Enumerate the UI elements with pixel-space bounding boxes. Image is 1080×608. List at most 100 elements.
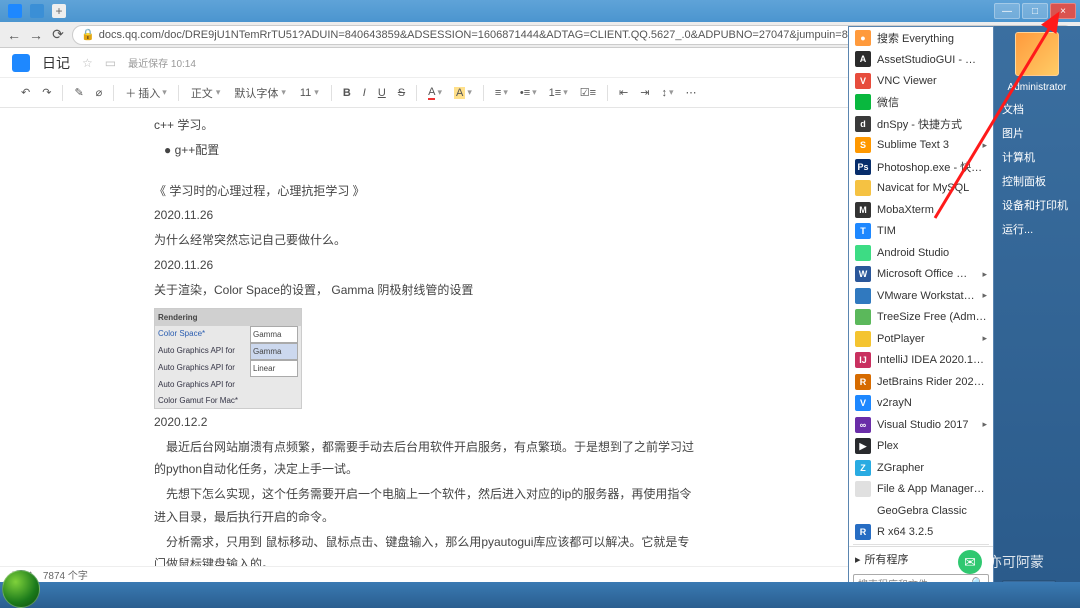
app-icon	[855, 245, 871, 261]
start-app-item[interactable]: IJIntelliJ IDEA 2020.1.4 x64	[849, 350, 993, 372]
italic-button[interactable]: I	[358, 84, 371, 102]
app-icon	[855, 288, 871, 304]
doc-text[interactable]: 关于渲染，Color Space的设置， Gamma 阴极射线管的设置	[154, 279, 694, 302]
doc-text[interactable]: 分析需求，只用到 鼠标移动、鼠标点击、键盘输入，那么用pyautogui库应该都…	[154, 531, 694, 568]
start-app-item[interactable]: ZZGrapher	[849, 457, 993, 479]
number-list-button[interactable]: 1≡▾	[544, 84, 573, 102]
start-app-item[interactable]: PsPhotoshop.exe - 快捷方式	[849, 156, 993, 178]
start-app-item[interactable]: RJetBrains Rider 2020.1.4	[849, 371, 993, 393]
app-label: VNC Viewer	[877, 75, 937, 87]
app-icon	[855, 331, 871, 347]
taskbar[interactable]	[0, 582, 1080, 608]
app-label: TreeSize Free (Administrator)	[877, 311, 987, 323]
paragraph-style-select[interactable]: 正文▾	[185, 83, 227, 103]
app-label: File & App Manager for iPhone-iPad	[877, 483, 987, 495]
bold-button[interactable]: B	[338, 84, 356, 102]
clear-format-button[interactable]: ⌀	[91, 83, 108, 102]
tab-favicon[interactable]	[8, 4, 22, 18]
line-height-button[interactable]: ↕▾	[656, 84, 678, 102]
start-app-item[interactable]: SSublime Text 3▸	[849, 135, 993, 157]
indent-decrease-button[interactable]: ⇤	[614, 83, 633, 102]
format-painter-button[interactable]: ✎	[69, 83, 88, 102]
indent-increase-button[interactable]: ⇥	[635, 83, 654, 102]
doc-date[interactable]: 2020.12.2	[154, 411, 694, 434]
user-panel-link[interactable]: 设备和打印机	[994, 193, 1080, 217]
user-avatar[interactable]	[1015, 32, 1059, 76]
star-icon[interactable]: ☆	[82, 56, 93, 70]
submenu-arrow-icon: ▸	[982, 333, 987, 344]
redo-button[interactable]: ↷	[37, 83, 56, 102]
doc-text[interactable]: 最近后台网站崩溃有点频繁，都需要手动去后台用软件开启服务，有点繁琐。于是想到了之…	[154, 436, 694, 482]
underline-button[interactable]: U	[373, 84, 391, 102]
window-close-button[interactable]: ×	[1050, 3, 1076, 19]
doc-text[interactable]: c++ 学习。	[154, 114, 694, 137]
start-app-item[interactable]: WMicrosoft Office Word 2007▸	[849, 264, 993, 286]
app-label: 搜索 Everything	[877, 30, 954, 46]
user-panel-link[interactable]: 文档	[994, 97, 1080, 121]
start-app-item[interactable]: MMobaXterm	[849, 199, 993, 221]
reload-button[interactable]: ⟳	[50, 27, 66, 43]
app-label: Visual Studio 2017	[877, 419, 969, 431]
submenu-arrow-icon: ▸	[982, 419, 987, 430]
font-family-select[interactable]: 默认字体▾	[228, 83, 292, 103]
user-name-label[interactable]: Administrator	[994, 78, 1080, 97]
doc-text[interactable]: 为什么经常突然忘记自己要做什么。	[154, 229, 694, 252]
start-app-item[interactable]: PotPlayer▸	[849, 328, 993, 350]
highlight-button[interactable]: A▾	[449, 84, 477, 102]
user-panel-link[interactable]: 运行...	[994, 217, 1080, 241]
start-app-item[interactable]: ▶Plex	[849, 436, 993, 458]
user-panel-link[interactable]: 计算机	[994, 145, 1080, 169]
app-icon	[855, 309, 871, 325]
app-label: AssetStudioGUI - 快捷方式	[877, 51, 987, 67]
start-app-item[interactable]: Android Studio	[849, 242, 993, 264]
strike-button[interactable]: S	[393, 84, 410, 102]
doc-text[interactable]: 《 学习时的心理过程，心理抗拒学习 》	[154, 180, 694, 203]
start-app-item[interactable]: TTIM	[849, 221, 993, 243]
back-button[interactable]: ←	[6, 27, 22, 43]
start-button[interactable]	[2, 570, 40, 608]
start-app-item[interactable]: Vv2rayN	[849, 393, 993, 415]
font-color-button[interactable]: A▾	[423, 83, 447, 103]
start-app-item[interactable]: ●搜索 Everything	[849, 27, 993, 49]
docs-logo-icon[interactable]	[12, 54, 30, 72]
app-label: IntelliJ IDEA 2020.1.4 x64	[877, 354, 987, 366]
insert-button[interactable]: ＋ 插入▾	[120, 82, 172, 104]
doc-date[interactable]: 2020.11.26	[154, 254, 694, 277]
start-app-item[interactable]: ddnSpy - 快捷方式	[849, 113, 993, 135]
start-app-item[interactable]: RR x64 3.2.5	[849, 522, 993, 544]
tab-favicon[interactable]	[30, 4, 44, 18]
start-app-item[interactable]: AAssetStudioGUI - 快捷方式	[849, 49, 993, 71]
start-app-item[interactable]: 微信	[849, 92, 993, 114]
font-size-select[interactable]: 11▾	[294, 85, 325, 101]
undo-button[interactable]: ↶	[16, 83, 35, 102]
window-maximize-button[interactable]: □	[1022, 3, 1048, 19]
start-app-item[interactable]: File & App Manager for iPhone-iPad	[849, 479, 993, 501]
checklist-button[interactable]: ☑≡	[575, 83, 601, 102]
watermark: ✉ 亦可阿蒙	[958, 550, 1044, 574]
document-title[interactable]: 日记	[42, 53, 70, 73]
document-canvas[interactable]: c++ 学习。 ● g++配置 《 学习时的心理过程，心理抗拒学习 》 2020…	[0, 108, 848, 568]
bullet-list-button[interactable]: •≡▾	[515, 84, 542, 102]
app-icon: T	[855, 223, 871, 239]
start-app-item[interactable]: TreeSize Free (Administrator)	[849, 307, 993, 329]
doc-date[interactable]: 2020.11.26	[154, 204, 694, 227]
start-app-item[interactable]: Navicat for MySQL	[849, 178, 993, 200]
start-app-item[interactable]: ∞Visual Studio 2017▸	[849, 414, 993, 436]
doc-text[interactable]: 先想下怎么实现，这个任务需要开启一个电脑上一个软件，然后进入对应的ip的服务器，…	[154, 483, 694, 529]
submenu-arrow-icon: ▸	[982, 290, 987, 301]
folder-icon[interactable]: ▭	[105, 56, 116, 70]
window-minimize-button[interactable]: —	[994, 3, 1020, 19]
user-panel-link[interactable]: 图片	[994, 121, 1080, 145]
lock-icon: 🔒	[81, 28, 95, 41]
doc-bullet[interactable]: ● g++配置	[154, 139, 694, 162]
autosave-label: 最近保存 10:14	[128, 55, 196, 70]
start-app-item[interactable]: VMware Workstation▸	[849, 285, 993, 307]
new-tab-button[interactable]: +	[52, 4, 66, 18]
start-app-item[interactable]: VVNC Viewer	[849, 70, 993, 92]
start-app-item[interactable]: ◌GeoGebra Classic	[849, 500, 993, 522]
submenu-arrow-icon: ▸	[982, 140, 987, 151]
more-button[interactable]: ⋯	[680, 83, 701, 102]
forward-button[interactable]: →	[28, 27, 44, 43]
align-button[interactable]: ≡▾	[490, 84, 513, 102]
user-panel-link[interactable]: 控制面板	[994, 169, 1080, 193]
